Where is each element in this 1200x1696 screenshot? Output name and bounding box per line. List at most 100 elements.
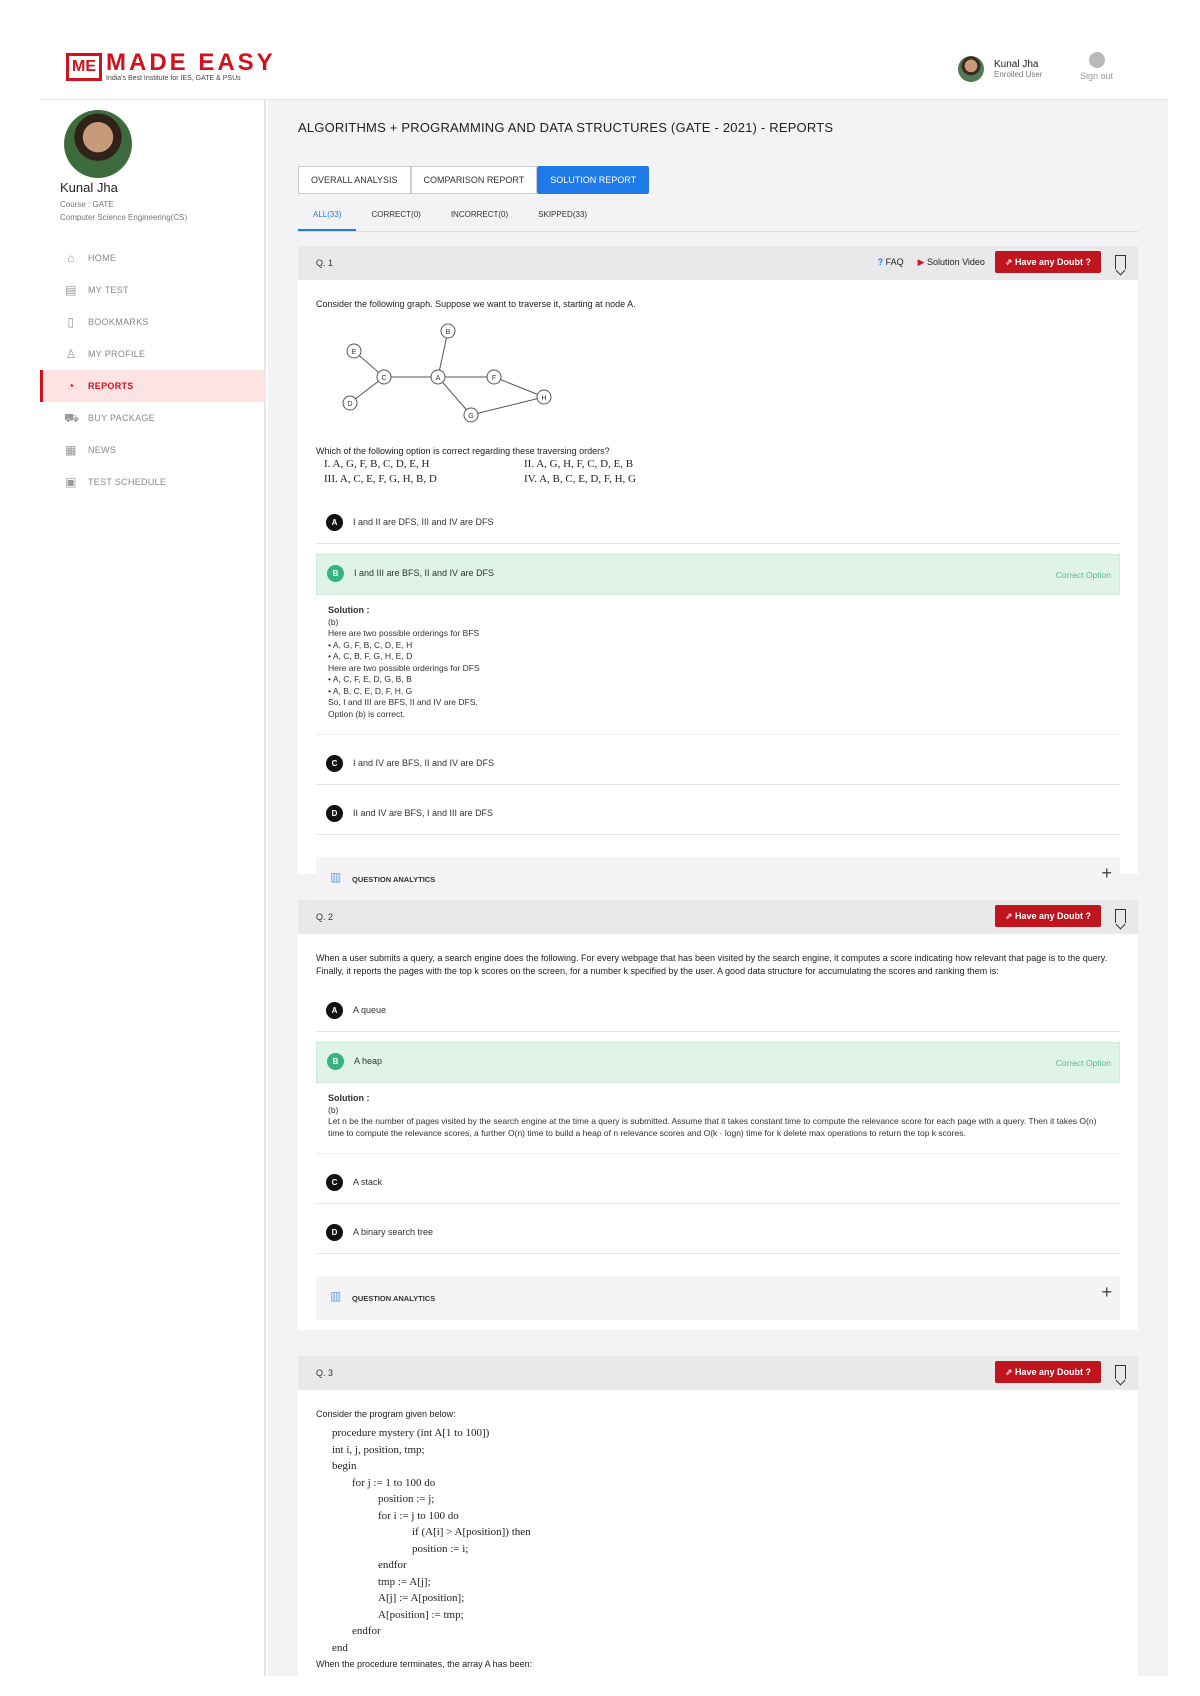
faq-label: FAQ <box>885 257 904 267</box>
option-d: D II and IV are BFS, I and III are DFS <box>316 795 1120 835</box>
bookmark-icon[interactable] <box>1115 909 1126 923</box>
question-text: Consider the program given below: <box>316 1409 456 1419</box>
question-mark-icon: ? <box>877 257 884 267</box>
profile-icon: ♙ <box>65 347 77 361</box>
home-icon: ⌂ <box>67 251 75 265</box>
subtab-all[interactable]: ALL(33) <box>298 204 357 231</box>
profile-details: Course : GATE Computer Science Engineeri… <box>60 198 187 224</box>
sidebar-item-reports[interactable]: ◔ REPORTS <box>40 370 266 402</box>
graph-node-label: F <box>492 375 496 382</box>
user-menu[interactable]: Kunal Jha Enrolled User <box>958 56 1042 82</box>
solution-line: • A, C, B, F, G, H, E, D <box>328 651 413 661</box>
question-actions: ? FAQ ▶ Solution Video ⇗ Have any Doubt … <box>878 251 1126 273</box>
profile-branch: Computer Science Engineering(CS) <box>60 213 188 222</box>
sidebar-item-home[interactable]: ⌂ HOME <box>40 242 266 274</box>
sidebar-item-my-profile[interactable]: ♙ MY PROFILE <box>40 338 266 370</box>
solution-line: So, I and III are BFS, II and IV are DFS… <box>328 697 478 707</box>
solution-line: • A, C, F, E, D, G, B, B <box>328 674 412 684</box>
question-header: Q. 3 ⇗ Have any Doubt ? <box>298 1356 1138 1390</box>
analytics-label: QUESTION ANALYTICS <box>352 875 436 884</box>
doubt-label: Have any Doubt ? <box>1014 911 1091 921</box>
correct-option-tag: Correct Option <box>1055 570 1111 580</box>
sidebar: Kunal Jha Course : GATE Computer Science… <box>40 100 266 1676</box>
option-b: B A heap Correct Option <box>316 1042 1120 1083</box>
main-content: ALGORITHMS + PROGRAMMING AND DATA STRUCT… <box>268 100 1168 1676</box>
code-line: end <box>332 1641 348 1654</box>
bookmark-icon[interactable] <box>1115 255 1126 269</box>
expand-icon[interactable]: + <box>1101 864 1112 882</box>
share-icon: ⇗ <box>1004 257 1015 267</box>
order-item: I. A, G, F, B, C, D, E, H <box>324 458 430 470</box>
option-letter: D <box>326 1224 343 1241</box>
code-line: for i := j to 100 do <box>378 1509 459 1522</box>
code-line: tmp := A[j]; <box>378 1575 431 1588</box>
solution-block: Solution : (b) Here are two possible ord… <box>316 595 1120 735</box>
question-card: Q. 2 ⇗ Have any Doubt ? When a user subm… <box>298 900 1138 1330</box>
subtab-correct[interactable]: CORRECT(0) <box>356 204 435 231</box>
solution-line: • A, G, F, B, C, D, E, H <box>328 639 413 650</box>
sidebar-item-label: MY TEST <box>88 285 129 295</box>
sidebar-item-bookmarks[interactable]: ▯ BOOKMARKS <box>40 306 266 338</box>
option-text: A queue <box>353 1005 387 1015</box>
cart-icon: ⛟ <box>64 411 80 425</box>
graph-node-label: A <box>436 375 441 382</box>
code-line: int i, j, position, tmp; <box>332 1443 425 1456</box>
solution-line: Let n be the number of pages visited by … <box>328 1116 1097 1138</box>
top-header: ME MADE EASY India's Best Institute for … <box>40 40 1168 100</box>
solution-line: (b) <box>328 616 339 627</box>
graph-node-label: B <box>446 329 451 336</box>
sidebar-item-my-test[interactable]: ▤ MY TEST <box>40 274 266 306</box>
calendar-icon: ▣ <box>65 475 77 489</box>
code-line: begin <box>332 1460 357 1472</box>
order-item: III. A, C, E, F, G, H, B, D <box>324 473 437 485</box>
question-body: When a user submits a query, a search en… <box>298 934 1138 1320</box>
graph-node-label: G <box>468 413 473 420</box>
subtab-incorrect[interactable]: INCORRECT(0) <box>436 204 523 231</box>
doubt-label: Have any Doubt ? <box>1014 257 1091 267</box>
order-item: II. A, G, H, F, C, D, E, B <box>524 458 634 470</box>
news-icon: ▦ <box>65 443 77 457</box>
tab-overall-analysis[interactable]: OVERALL ANALYSIS <box>298 166 411 194</box>
option-letter: A <box>326 1002 343 1019</box>
option-a: A A queue <box>316 992 1120 1032</box>
question-number: Q. 1 <box>316 258 334 268</box>
reports-icon: ◔ <box>67 379 75 393</box>
have-doubt-button[interactable]: ⇗ Have any Doubt ? <box>994 1361 1101 1383</box>
tab-solution-report[interactable]: SOLUTION REPORT <box>537 166 650 194</box>
analytics-label: QUESTION ANALYTICS <box>352 1294 436 1303</box>
expand-icon[interactable]: + <box>1101 1283 1112 1301</box>
have-doubt-button[interactable]: ⇗ Have any Doubt ? <box>994 905 1101 927</box>
question-analytics-panel[interactable]: ▥ QUESTION ANALYTICS + <box>316 857 1120 901</box>
solution-line: Option (b) is correct. <box>328 708 405 719</box>
graph-node-label: H <box>541 395 546 402</box>
sidebar-item-label: BOOKMARKS <box>88 317 149 327</box>
option-b: B I and III are BFS, II and IV are DFS C… <box>316 554 1120 595</box>
solution-line: • A, B, C, E, D, F, H, G <box>328 685 413 696</box>
subtab-skipped[interactable]: SKIPPED(33) <box>523 204 602 231</box>
bookmark-icon[interactable] <box>1115 1365 1126 1379</box>
question-text: When a user submits a query, a search en… <box>316 953 1108 976</box>
question-actions: ⇗ Have any Doubt ? <box>994 905 1126 927</box>
graph-node-label: C <box>381 375 386 382</box>
code-line: procedure mystery (int A[1 to 100]) <box>332 1427 490 1439</box>
sidebar-item-buy-package[interactable]: ⛟ BUY PACKAGE <box>40 402 266 434</box>
question-card: Q. 1 ? FAQ ▶ Solution Video ⇗ Have any D… <box>298 246 1138 901</box>
sidebar-item-label: HOME <box>88 253 117 263</box>
user-role: Enrolled User <box>994 70 1043 79</box>
option-letter: B <box>327 1053 344 1070</box>
have-doubt-button[interactable]: ⇗ Have any Doubt ? <box>994 251 1101 273</box>
solution-label: Solution : <box>328 1093 370 1103</box>
signout-button[interactable]: Sign out <box>1080 52 1113 81</box>
tab-comparison-report[interactable]: COMPARISON REPORT <box>410 166 538 194</box>
sidebar-item-news[interactable]: ▦ NEWS <box>40 434 266 466</box>
option-letter: B <box>327 565 344 582</box>
solution-block: Solution : (b) Let n be the number of pa… <box>316 1083 1120 1154</box>
option-d: D A binary search tree <box>316 1214 1120 1254</box>
solution-video-button[interactable]: ▶ Solution Video <box>918 257 985 268</box>
solution-label: Solution : <box>328 605 370 615</box>
made-easy-logo[interactable]: ME MADE EASY India's Best Institute for … <box>66 51 276 82</box>
faq-button[interactable]: ? FAQ <box>878 257 904 267</box>
sidebar-item-test-schedule[interactable]: ▣ TEST SCHEDULE <box>40 466 266 498</box>
question-analytics-panel[interactable]: ▥ QUESTION ANALYTICS + <box>316 1276 1120 1320</box>
graph-figure: B E C A F H D G <box>342 323 552 423</box>
